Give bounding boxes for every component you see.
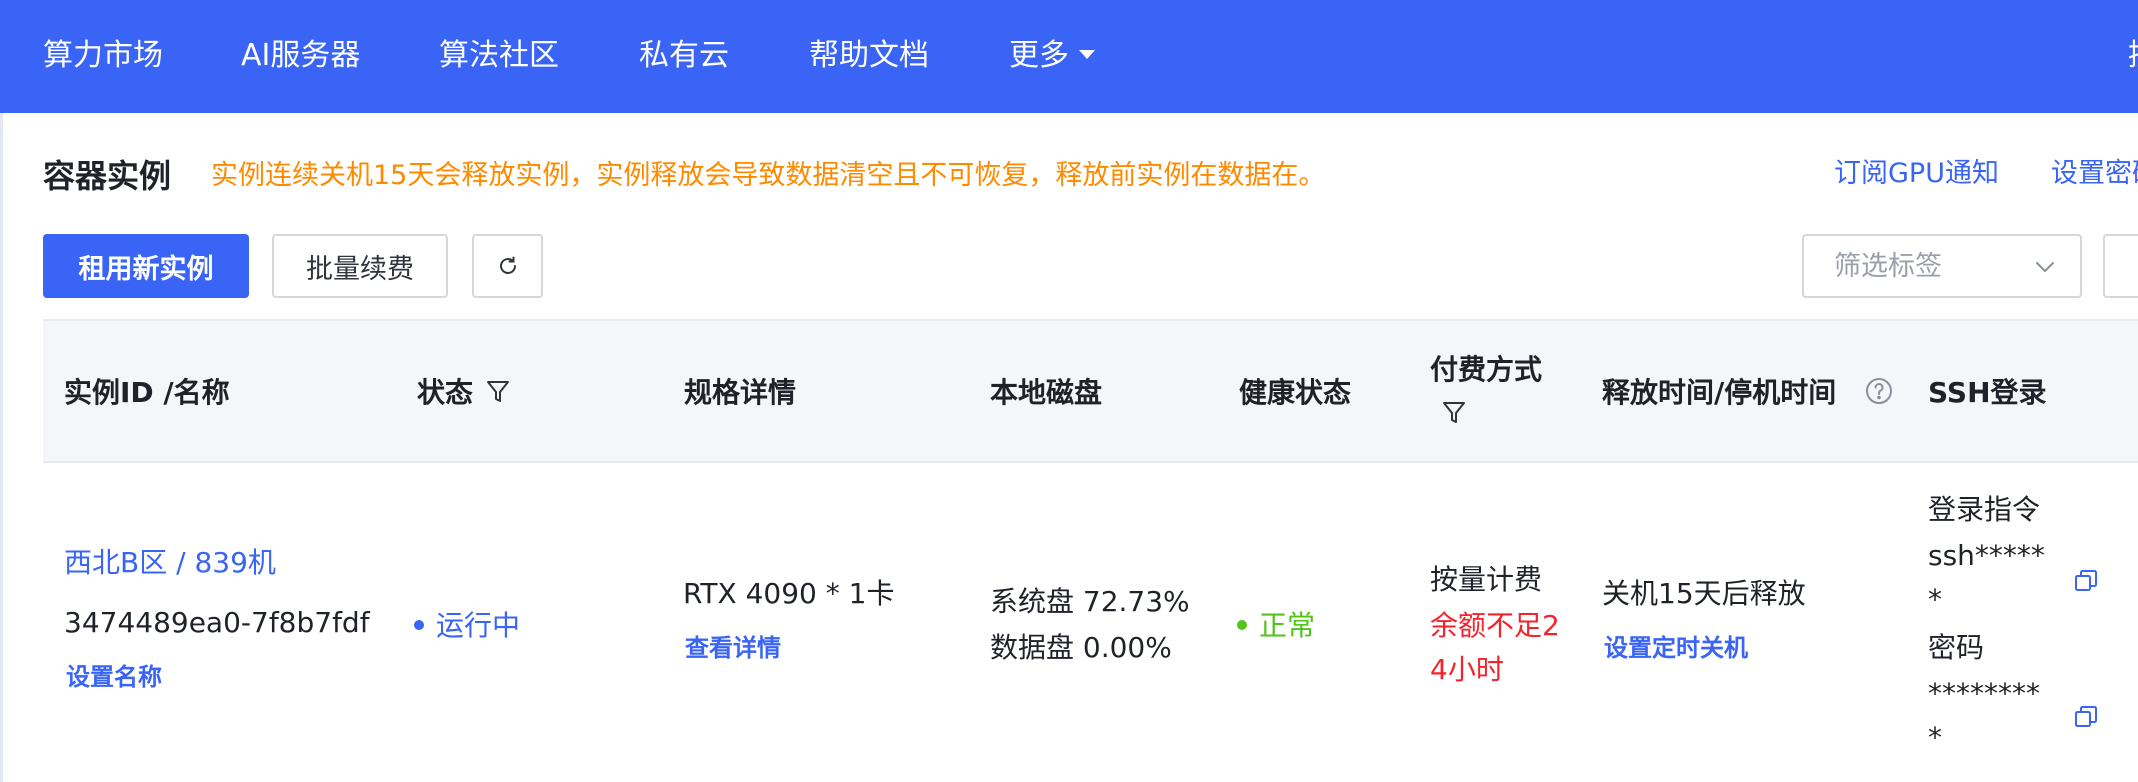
search-input-clipped[interactable]: [2103, 234, 2138, 298]
col-ssh-login: SSH登录: [1928, 376, 2047, 409]
col-release-time: 释放时间/停机时间: [1602, 376, 1837, 409]
refresh-icon: [496, 254, 520, 278]
balance-warning-line2: 4小时: [1430, 653, 1504, 686]
data-disk-usage: 数据盘 0.00%: [990, 631, 1172, 664]
table-header: 实例ID /名称 状态 规格详情 本地磁盘 健康状态 付费方式 释放时间/停机时…: [43, 319, 2138, 463]
billing-filter-icon[interactable]: [1441, 399, 1467, 427]
subscribe-gpu-link[interactable]: 订阅GPU通知: [1834, 156, 1999, 192]
page-title: 容器实例: [43, 157, 172, 195]
login-command-value-wrap: *: [1928, 583, 1942, 616]
col-health: 健康状态: [1239, 376, 1352, 409]
nav-item-compute-market[interactable]: 算力市场: [43, 36, 163, 76]
col-billing: 付费方式: [1430, 353, 1543, 386]
nav-item-console-clipped[interactable]: 控: [2128, 36, 2138, 76]
release-warning: 实例连续关机15天会释放实例，实例释放会导致数据清空且不可恢复，释放前实例在数据…: [211, 160, 1326, 191]
password-value-wrap: *: [1928, 721, 1942, 754]
chevron-down-icon: [2032, 254, 2058, 280]
nav-item-ai-servers[interactable]: AI服务器: [241, 36, 360, 76]
caret-down-icon: [1079, 50, 1095, 59]
copy-password-icon[interactable]: [2073, 704, 2099, 730]
batch-renew-button[interactable]: 批量续费: [272, 234, 448, 298]
health-dot: [1237, 620, 1247, 630]
password-value: ********: [1928, 677, 2040, 710]
password-label: 密码: [1928, 631, 1985, 664]
status-dot: [414, 620, 424, 630]
nav-item-algorithm-community[interactable]: 算法社区: [439, 36, 559, 76]
status-filter-icon[interactable]: [485, 378, 511, 406]
top-nav-bar: 算力市场 AI服务器 算法社区 私有云 帮助文档 更多 控: [0, 0, 2138, 113]
col-spec: 规格详情: [684, 376, 797, 409]
spec-gpu: RTX 4090 * 1卡: [683, 577, 895, 610]
col-disk: 本地磁盘: [990, 376, 1103, 409]
health-normal-label: 正常: [1259, 609, 1316, 642]
nav-item-more[interactable]: 更多: [1009, 36, 1095, 76]
help-circle-icon[interactable]: [1864, 376, 1894, 406]
left-border: [0, 113, 3, 782]
col-id-name: 实例ID /名称: [64, 376, 230, 409]
refresh-button[interactable]: [472, 234, 543, 298]
filter-tags-placeholder: 筛选标签: [1834, 251, 1942, 282]
instance-id: 3474489ea0-7f8b7fdf: [64, 606, 370, 639]
nav-item-help-docs[interactable]: 帮助文档: [809, 36, 929, 76]
col-status: 状态: [417, 375, 473, 411]
rent-new-instance-button[interactable]: 租用新实例: [43, 234, 249, 298]
nav-item-private-cloud[interactable]: 私有云: [639, 36, 729, 76]
col-status-label: 状态: [417, 376, 474, 409]
copy-login-command-icon[interactable]: [2073, 568, 2099, 594]
nav-item-more-label: 更多: [1009, 38, 1069, 73]
settings-link-clipped[interactable]: 设置密码: [2051, 156, 2138, 192]
filter-tags-select[interactable]: 筛选标签: [1802, 234, 2082, 298]
set-scheduled-shutdown-link[interactable]: 设置定时关机: [1604, 630, 1748, 666]
health-normal: 正常: [1237, 606, 1315, 646]
login-command-label: 登录指令: [1928, 493, 2041, 526]
status-running: 运行中: [414, 606, 520, 646]
release-policy: 关机15天后释放: [1602, 577, 1806, 610]
instance-region-name-link[interactable]: 西北B区 / 839机: [64, 543, 276, 583]
set-name-link[interactable]: 设置名称: [66, 659, 162, 695]
login-command-value: ssh*****: [1928, 539, 2045, 572]
system-disk-usage: 系统盘 72.73%: [990, 585, 1190, 618]
status-running-label: 运行中: [436, 609, 521, 642]
view-details-link[interactable]: 查看详情: [685, 630, 781, 666]
balance-warning-line1: 余额不足2: [1430, 609, 1560, 642]
billing-type: 按量计费: [1430, 563, 1543, 596]
